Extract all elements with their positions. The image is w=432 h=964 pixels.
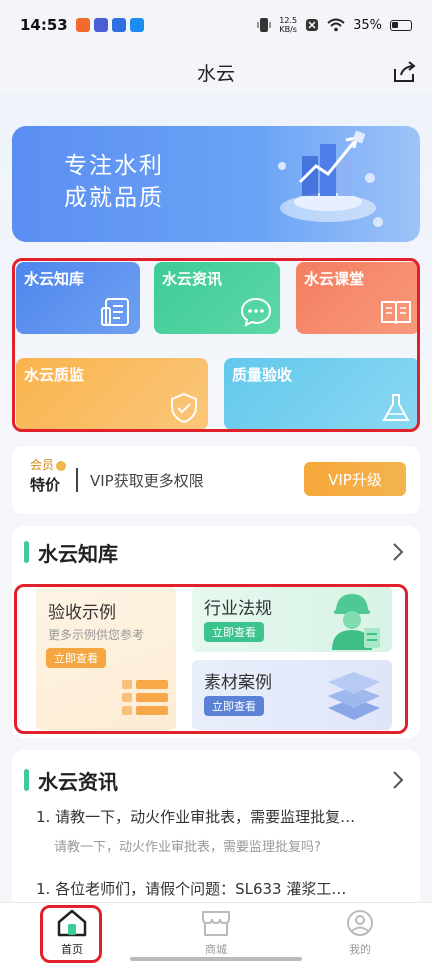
- tab-label: 商城: [205, 943, 227, 956]
- tile-shuiyun-classroom[interactable]: 水云课堂: [296, 262, 420, 334]
- profile-icon: [347, 910, 373, 936]
- flask-icon: [382, 394, 410, 421]
- tile-shuiyun-library[interactable]: 水云知库: [16, 262, 140, 334]
- feature-grid: 水云知库 水云资讯 水云课堂 水云质监 质量验收: [12, 260, 420, 430]
- special-price-label: 特价: [30, 476, 61, 494]
- page-title: 水云: [196, 62, 235, 85]
- card-title: 验收示例: [48, 603, 116, 623]
- network-speed: 12.5 KB/s: [279, 16, 297, 34]
- vip-card: 会员 特价 VIP获取更多权限 VIP升级: [12, 446, 420, 514]
- status-bar: 14:53 12.5 KB/s 35%: [0, 0, 432, 50]
- view-now-button[interactable]: 立即查看: [204, 622, 264, 642]
- card-industry-regulations[interactable]: 行业法规 立即查看: [192, 586, 392, 652]
- share-icon[interactable]: [392, 60, 418, 84]
- status-time: 14:53: [20, 16, 68, 34]
- chevron-right-icon[interactable]: [390, 770, 406, 790]
- card-material-cases[interactable]: 素材案例 立即查看: [192, 660, 392, 730]
- news-item-title[interactable]: 1. 各位老师们，请假个问题：SL633 灌浆工…: [36, 878, 346, 899]
- store-icon: [202, 911, 230, 936]
- home-icon: [57, 909, 87, 937]
- tile-label: 水云质监: [24, 366, 85, 384]
- member-badge-icon: [56, 460, 67, 471]
- tile-shuiyun-quality-supervision[interactable]: 水云质监: [16, 358, 208, 430]
- document-icon: [101, 298, 129, 326]
- tab-profile[interactable]: 我的: [330, 909, 390, 957]
- card-title: 行业法规: [204, 599, 272, 619]
- view-now-button[interactable]: 立即查看: [204, 696, 264, 716]
- view-now-button[interactable]: 立即查看: [46, 648, 106, 668]
- section-title-knowledge: 水云知库: [24, 538, 118, 567]
- home-indicator: [130, 957, 302, 961]
- banner-text: 专注水利 成就品质: [64, 150, 164, 214]
- news-section: 水云资讯 1. 请教一下，动火作业审批表，需要监理批复… 请教一下，动火作业审批…: [12, 750, 420, 902]
- tab-store[interactable]: 商城: [186, 909, 246, 957]
- news-item-subtitle[interactable]: 请教一下，动火作业审批表，需要监理批复吗?: [54, 836, 321, 855]
- main-content: 专注水利 成就品质 水云知库 水云资讯 水云课堂 水云质监 质量验收 会员 特价…: [0, 94, 432, 902]
- tab-label: 我的: [349, 943, 371, 956]
- member-label: 会员: [30, 456, 67, 473]
- vibrate-icon: [257, 18, 271, 32]
- open-book-icon: [381, 301, 411, 325]
- tile-label: 质量验收: [232, 366, 293, 384]
- tile-label: 水云知库: [24, 270, 85, 288]
- app-notification-icon: [75, 18, 90, 32]
- tab-home[interactable]: 首页: [42, 909, 102, 957]
- banner-illustration: [278, 130, 383, 227]
- section-title-news: 水云资讯: [24, 766, 118, 795]
- chevron-right-icon[interactable]: [390, 542, 406, 562]
- tile-quality-acceptance[interactable]: 质量验收: [224, 358, 420, 430]
- hero-banner[interactable]: 专注水利 成就品质: [12, 126, 420, 242]
- stacked-blocks-icon: [122, 680, 168, 715]
- network-speed-unit: KB/s: [279, 25, 297, 34]
- nav-bar: 水云: [0, 50, 432, 94]
- tab-label: 首页: [61, 943, 83, 956]
- card-acceptance-examples[interactable]: 验收示例 更多示例供您参考 立即查看: [36, 586, 176, 730]
- app-notification-icon: [129, 18, 144, 32]
- card-title: 素材案例: [204, 673, 272, 693]
- tile-shuiyun-news[interactable]: 水云资讯: [154, 262, 280, 334]
- card-subtitle: 更多示例供您参考: [48, 628, 145, 642]
- layers-icon: [328, 672, 380, 720]
- battery-percent: 35%: [353, 17, 382, 33]
- network-speed-value: 12.5: [279, 16, 298, 25]
- no-sim-icon: [306, 19, 319, 31]
- chat-bubble-icon: [240, 297, 272, 327]
- news-item-title[interactable]: 1. 请教一下，动火作业审批表，需要监理批复…: [36, 806, 355, 827]
- banner-line-1: 专注水利: [64, 153, 164, 179]
- wifi-icon: [327, 18, 345, 32]
- banner-line-2: 成就品质: [64, 185, 164, 211]
- app-notification-icon: [111, 18, 126, 32]
- vip-upgrade-button[interactable]: VIP升级: [304, 462, 406, 496]
- shield-check-icon: [171, 392, 197, 424]
- app-notification-icon: [93, 18, 108, 32]
- tile-label: 水云课堂: [304, 270, 365, 288]
- knowledge-section: 水云知库 验收示例 更多示例供您参考 立即查看 行业法规 立即查看 素材案例 立…: [12, 526, 420, 738]
- worker-icon: [332, 594, 380, 650]
- notification-icons: [75, 18, 144, 32]
- member-label-text: 会员: [30, 458, 55, 472]
- bottom-tab-bar: 首页 商城 我的: [0, 902, 432, 964]
- battery-icon: [390, 19, 412, 31]
- vip-description: VIP获取更多权限: [90, 472, 204, 490]
- tile-label: 水云资讯: [162, 270, 223, 288]
- vip-divider: [76, 468, 78, 492]
